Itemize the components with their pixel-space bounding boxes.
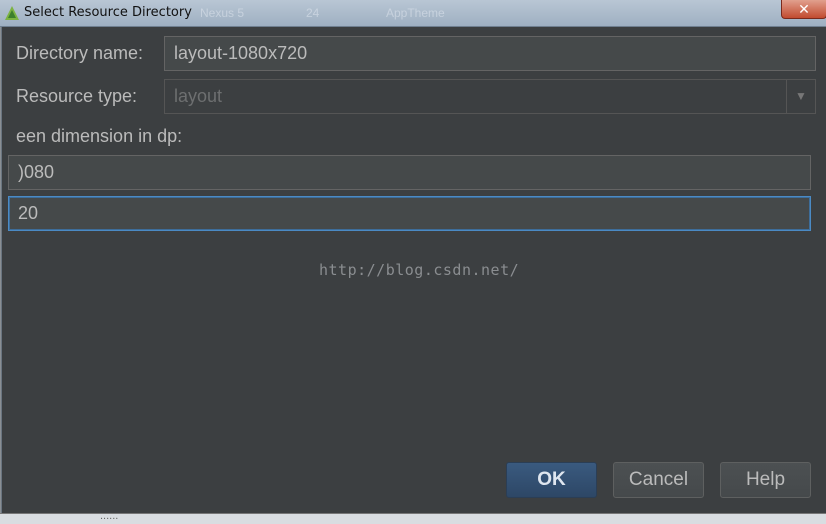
device-selector: Nexus 5 [200, 6, 245, 20]
screen-dimension-label: een dimension in dp: [16, 126, 183, 146]
api-selector: 24 [306, 6, 320, 20]
dialog-body: Directory name: layout-1080x720 Resource… [1, 27, 826, 513]
background-text: ...... [100, 513, 119, 522]
ok-button[interactable]: OK [506, 462, 597, 498]
background-editor-strip: ...... [0, 513, 826, 524]
window-titlebar: Select Resource Directory Nexus 5 24 App… [0, 0, 826, 27]
resource-type-label: Resource type: [16, 86, 138, 106]
directory-name-label: Directory name: [16, 43, 144, 63]
resource-type-value: layout [174, 86, 223, 106]
cancel-button[interactable]: Cancel [613, 462, 704, 498]
theme-selector: AppTheme [386, 6, 445, 20]
chevron-down-icon: ▼ [786, 80, 815, 113]
resource-type-select[interactable]: layout ▼ [164, 79, 816, 114]
directory-name-input[interactable]: layout-1080x720 [164, 36, 816, 71]
background-toolbar: Nexus 5 24 AppTheme [176, 3, 596, 23]
watermark-text: http://blog.csdn.net/ [319, 261, 520, 279]
close-button[interactable]: ✕ [781, 0, 826, 19]
window-title: Select Resource Directory [24, 5, 192, 20]
help-button[interactable]: Help [720, 462, 811, 498]
screen-width-input[interactable]: )080 [8, 155, 811, 190]
android-studio-icon [5, 6, 19, 20]
screen-height-input[interactable]: 20 [8, 196, 811, 231]
